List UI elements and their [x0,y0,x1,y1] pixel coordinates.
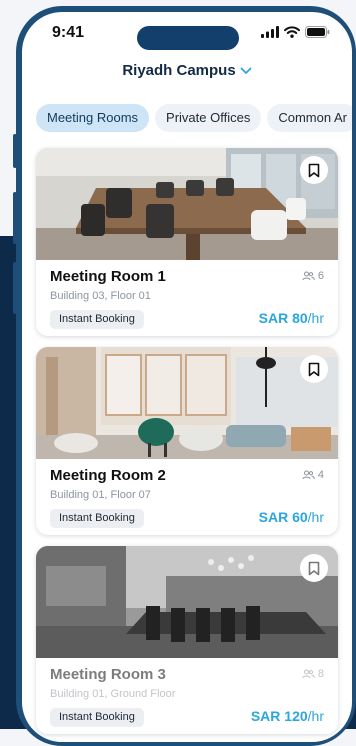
room-card[interactable]: Meeting Room 1 6 Building 03, Floor 01 I… [36,148,338,336]
room-price: SAR 80/hr [259,310,324,326]
room-capacity: 4 [302,469,324,481]
capacity-value: 8 [317,668,324,680]
bookmark-icon [308,362,320,376]
bookmark-icon [308,163,320,177]
status-bar: 9:41 [22,12,352,58]
tab-private-offices[interactable]: Private Offices [155,104,262,132]
room-price: SAR 120/hr [251,708,324,724]
room-name: Meeting Room 2 [50,467,166,484]
room-location: Building 01, Floor 07 [50,489,151,501]
price-unit: /hr [307,310,324,326]
room-location: Building 01, Ground Floor [50,688,176,700]
room-photo [36,347,338,459]
room-card[interactable]: Meeting Room 2 4 Building 01, Floor 07 I… [36,347,338,535]
battery-icon [305,26,330,38]
chevron-down-icon [240,67,252,74]
room-capacity: 6 [302,270,324,282]
price-value: SAR 60 [258,509,308,525]
app-screen: 9:41 Riyadh Campus Meeting Rooms Private… [22,12,352,742]
room-capacity: 8 [302,668,324,680]
room-price: SAR 60/hr [259,509,324,525]
bookmark-button[interactable] [300,156,328,184]
instant-booking-badge: Instant Booking [50,509,144,528]
price-value: SAR 120 [250,708,308,724]
dynamic-island [137,26,239,50]
status-icons [261,26,330,38]
price-unit: /hr [307,509,324,525]
price-unit: /hr [307,708,324,724]
bookmark-button[interactable] [300,355,328,383]
room-name: Meeting Room 3 [50,666,166,683]
room-name: Meeting Room 1 [50,268,166,285]
tab-common-areas[interactable]: Common Ar [267,104,352,132]
room-location: Building 03, Floor 01 [50,290,151,302]
instant-booking-badge: Instant Booking [50,310,144,329]
people-icon [302,271,315,281]
price-value: SAR 80 [258,310,308,326]
bookmark-icon [308,561,320,575]
status-time: 9:41 [52,24,85,41]
tab-meeting-rooms[interactable]: Meeting Rooms [36,104,150,132]
wifi-icon [284,26,300,38]
signal-icon [261,26,279,38]
capacity-value: 6 [317,270,324,282]
room-card[interactable]: Meeting Room 3 8 Building 01, Ground Flo… [36,546,338,734]
campus-selector[interactable]: Riyadh Campus [22,62,352,79]
category-tabs: Meeting Rooms Private Offices Common Ar [36,104,352,132]
people-icon [302,470,315,480]
people-icon [302,669,315,679]
room-photo [36,546,338,658]
capacity-value: 4 [317,469,324,481]
instant-booking-badge: Instant Booking [50,708,144,727]
campus-label: Riyadh Campus [122,62,236,79]
bookmark-button[interactable] [300,554,328,582]
room-photo [36,148,338,260]
